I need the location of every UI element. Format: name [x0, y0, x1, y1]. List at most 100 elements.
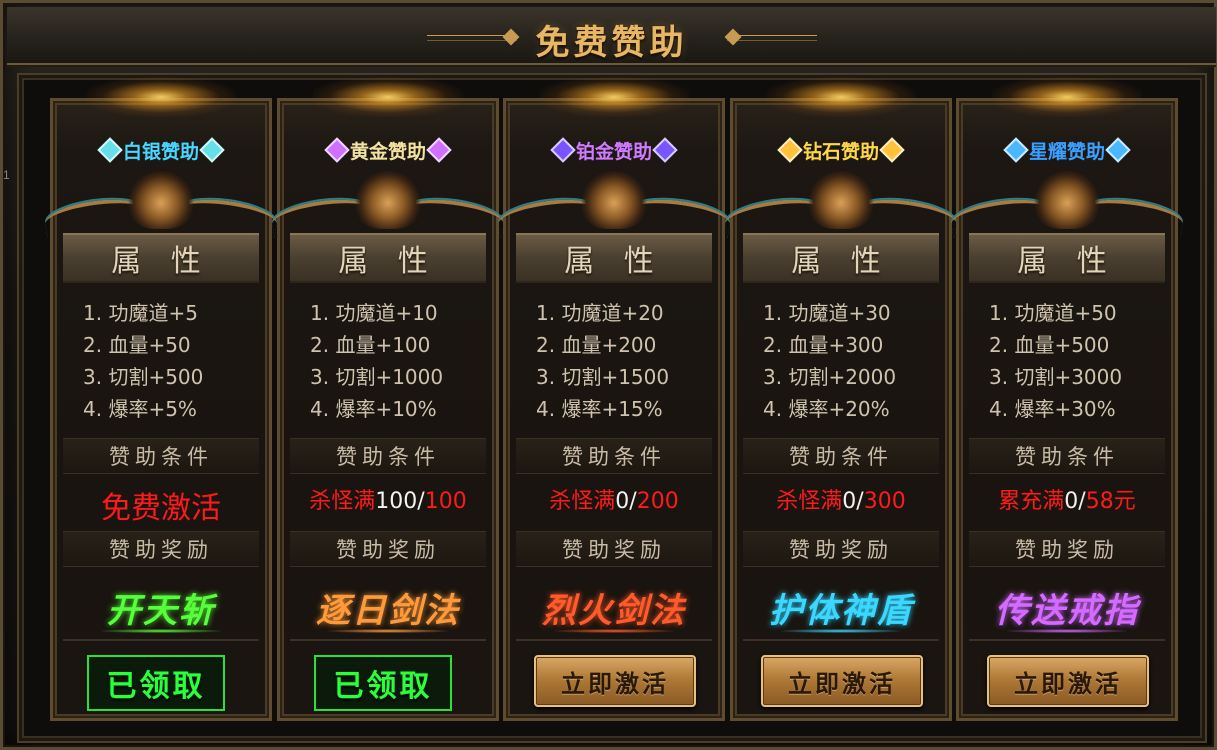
- stat-item: 1. 功魔道+50: [989, 301, 1117, 325]
- condition-header: 赞助条件: [290, 438, 486, 474]
- condition-header: 赞助条件: [743, 438, 939, 474]
- condition-prefix: 杀怪满: [776, 489, 843, 514]
- gem-icon: [1003, 137, 1029, 163]
- claimed-button[interactable]: 已领取: [87, 655, 225, 711]
- condition-value: 累充满0/58元: [959, 483, 1175, 515]
- dragon-crest-icon: [808, 171, 874, 229]
- condition-separator: /: [629, 489, 637, 514]
- sponsor-card: 钻石赞助 属 性 1. 功魔道+30 2. 血量+300 3. 切割+2000 4. …: [723, 77, 959, 721]
- gem-icon: [199, 137, 225, 163]
- stat-item: 1. 功魔道+20: [536, 301, 664, 325]
- gem-icon: [550, 137, 576, 163]
- reward-glow-line: [1007, 629, 1127, 633]
- activate-button[interactable]: 立即激活: [987, 655, 1149, 707]
- tier-name: 白银赞助: [122, 140, 199, 163]
- stat-item: 4. 爆率+5%: [83, 397, 197, 421]
- condition-target: 300: [863, 489, 906, 514]
- reward-header: 赞助奖励: [969, 531, 1165, 567]
- stats-list: 1. 功魔道+10 2. 血量+100 3. 切割+1000 4. 爆率+10%: [294, 297, 486, 425]
- reward-name: 烈火剑法: [542, 591, 686, 631]
- top-glow: [313, 77, 463, 117]
- gem-icon: [97, 137, 123, 163]
- condition-prefix: 杀怪满: [309, 489, 376, 514]
- reward-header: 赞助奖励: [63, 531, 259, 567]
- stat-item: 3. 切割+500: [83, 365, 204, 389]
- divider: [969, 639, 1165, 641]
- sponsor-card: 白银赞助 属 性 1. 功魔道+5 2. 血量+50 3. 切割+500 4. 爆率+…: [43, 77, 279, 721]
- condition-prefix: 杀怪满: [549, 489, 616, 514]
- tier-header: 白银赞助: [53, 137, 269, 163]
- stat-item: 3. 切割+1000: [310, 365, 444, 389]
- stat-item: 4. 爆率+15%: [536, 397, 663, 421]
- dragon-crest-icon: [355, 171, 421, 229]
- divider: [290, 639, 486, 641]
- stat-item: 4. 爆率+10%: [310, 397, 437, 421]
- activate-button[interactable]: 立即激活: [761, 655, 923, 707]
- attributes-title: 属 性: [111, 244, 211, 279]
- gem-icon: [879, 137, 905, 163]
- reward-glow-line: [101, 629, 221, 633]
- dragon-crest-icon: [581, 171, 647, 229]
- condition-separator: /: [417, 489, 425, 514]
- condition-value: 杀怪满100/100: [280, 483, 496, 515]
- condition-header: 赞助条件: [63, 438, 259, 474]
- reward-header: 赞助奖励: [516, 531, 712, 567]
- condition-value: 杀怪满0/200: [506, 483, 722, 515]
- sponsor-window: 免费赞助 1 F9 D 白银赞助 属 性 1. 功魔道+52. 血量+503. …: [0, 0, 1217, 750]
- top-glow: [992, 77, 1142, 117]
- tier-header: 星耀赞助: [959, 137, 1175, 163]
- stat-item: 2. 血量+200: [536, 333, 657, 357]
- top-glow: [86, 77, 236, 117]
- stats-list: 1. 功魔道+5 2. 血量+50 3. 切割+500 4. 爆率+5%: [67, 297, 259, 425]
- attributes-header: 属 性: [516, 233, 712, 283]
- condition-separator: /: [856, 489, 864, 514]
- condition-current: 100: [375, 489, 418, 514]
- gem-icon: [324, 137, 350, 163]
- title-ornament-right: [727, 35, 817, 41]
- side-label-one: 1: [3, 168, 10, 182]
- tier-header: 铂金赞助: [506, 137, 722, 163]
- reward-name: 传送戒指: [995, 591, 1139, 631]
- title-bar: 免费赞助: [7, 7, 1216, 65]
- attributes-header: 属 性: [290, 233, 486, 283]
- sponsor-card: 星耀赞助 属 性 1. 功魔道+50 2. 血量+500 3. 切割+3000 4. …: [949, 77, 1185, 721]
- stats-list: 1. 功魔道+30 2. 血量+300 3. 切割+2000 4. 爆率+20%: [747, 297, 939, 425]
- divider: [63, 639, 259, 641]
- stat-item: 1. 功魔道+10: [310, 301, 438, 325]
- attributes-title: 属 性: [338, 244, 438, 279]
- dragon-crest-icon: [1034, 171, 1100, 229]
- tier-name: 铂金赞助: [575, 140, 652, 163]
- tier-name: 钻石赞助: [802, 140, 879, 163]
- reward-name: 护体神盾: [769, 591, 913, 631]
- reward-name: 开天斩: [107, 591, 215, 631]
- stat-item: 4. 爆率+20%: [763, 397, 890, 421]
- reward-glow-line: [554, 629, 674, 633]
- divider: [516, 639, 712, 641]
- claimed-button[interactable]: 已领取: [314, 655, 452, 711]
- reward-glow-line: [328, 629, 448, 633]
- condition-value: 杀怪满0/300: [733, 483, 949, 515]
- stat-item: 2. 血量+100: [310, 333, 431, 357]
- top-glow: [766, 77, 916, 117]
- condition-value: 免费激活: [53, 483, 269, 527]
- stat-item: 1. 功魔道+5: [83, 301, 198, 325]
- gem-icon: [652, 137, 678, 163]
- stat-item: 3. 切割+3000: [989, 365, 1123, 389]
- condition-current: 0: [615, 489, 630, 514]
- condition-prefix: 累充满: [998, 489, 1065, 514]
- condition-target: 58元: [1085, 489, 1136, 514]
- attributes-header: 属 性: [63, 233, 259, 283]
- attributes-title: 属 性: [564, 244, 664, 279]
- activate-button[interactable]: 立即激活: [534, 655, 696, 707]
- reward-name: 逐日剑法: [316, 591, 460, 631]
- reward-header: 赞助奖励: [290, 531, 486, 567]
- gem-icon: [426, 137, 452, 163]
- attributes-title: 属 性: [1017, 244, 1117, 279]
- stat-item: 3. 切割+1500: [536, 365, 670, 389]
- tier-name: 黄金赞助: [349, 140, 426, 163]
- tier-header: 黄金赞助: [280, 137, 496, 163]
- condition-target: 100: [424, 489, 467, 514]
- reward-header: 赞助奖励: [743, 531, 939, 567]
- condition-header: 赞助条件: [969, 438, 1165, 474]
- stat-item: 4. 爆率+30%: [989, 397, 1116, 421]
